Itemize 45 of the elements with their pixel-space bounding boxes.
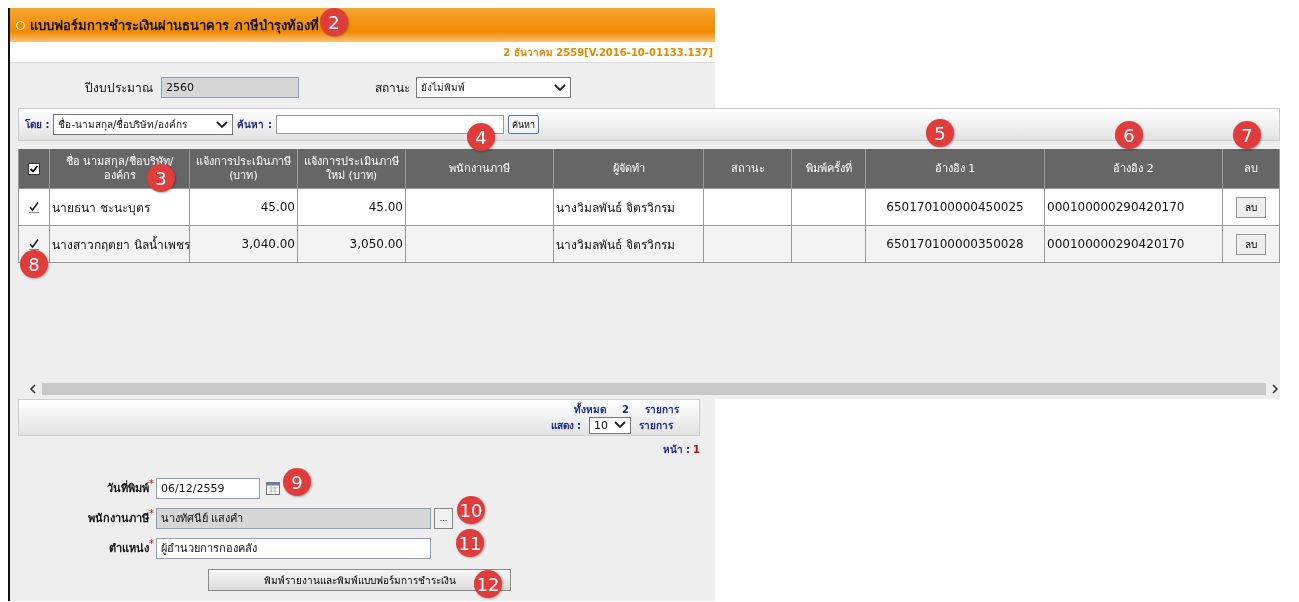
show-label: แสดง : [550, 418, 581, 433]
table-cell: นางวิมลพันธ์ จิตรวิกรม [554, 226, 704, 263]
lookup-button[interactable]: ... [434, 507, 453, 529]
total-label: ทั้งหมด [574, 401, 607, 417]
chevron-icon [554, 83, 566, 92]
field-label: พนักงานภาษี [87, 512, 149, 527]
checkbox[interactable] [28, 162, 40, 175]
calendar-icon[interactable] [266, 481, 280, 495]
page-size-unit: รายการ [639, 418, 673, 433]
status-dropdown[interactable]: ยังไม่พิมพ์ [416, 77, 571, 98]
form-title: แบบฟอร์มการชำระเงินผ่านธนาคาร ภาษีบำรุงท้องที่ [30, 15, 319, 36]
page-number: 1 [693, 444, 700, 455]
table-cell: 3,040.00 [190, 226, 298, 263]
chevron-icon [216, 120, 229, 129]
total-count: 2 [622, 403, 629, 415]
table-cell: 650170100000350028 [866, 226, 1045, 263]
input-field[interactable]: 06/12/2559 [156, 477, 260, 499]
search-by-label: โดย : [25, 118, 50, 132]
search-button[interactable]: ค้นหา [507, 115, 539, 134]
search-label: ค้นหา : [237, 118, 272, 132]
budget-year-label: ปีงบประมาณ [85, 80, 153, 97]
field-label: ตำแหน่ง [108, 542, 149, 557]
checkbox[interactable] [28, 238, 40, 250]
required-mark: * [149, 478, 155, 489]
chevron-icon [614, 421, 626, 429]
page-label: หน้า : [662, 444, 691, 455]
delete-button[interactable]: ลบ [1236, 196, 1266, 218]
scroll-right-icon[interactable] [1270, 384, 1280, 394]
scroll-left-icon[interactable] [28, 384, 38, 394]
budget-year-field[interactable]: 2560 [161, 77, 299, 98]
required-mark: * [149, 538, 155, 549]
delete-button[interactable]: ลบ [1236, 233, 1266, 255]
bullet-icon [16, 20, 25, 30]
table-cell: 000100000290420170 [1045, 226, 1223, 263]
table-cell: นางสาวกฤตยา นิลน้ำเพชร [50, 226, 190, 263]
total-unit: รายการ [645, 402, 679, 417]
status-label: สถานะ [375, 80, 410, 97]
input-field[interactable]: ผู้อำนวยการกองคลัง [156, 537, 431, 559]
table-cell: 3,050.00 [298, 226, 406, 263]
search-by-dropdown[interactable]: ชื่อ-นามสกุล/ชื่อบริษัท/องค์กร [53, 114, 234, 135]
field-label: วันที่พิมพ์ [106, 480, 149, 497]
checkbox[interactable] [28, 201, 40, 213]
page-size-dropdown[interactable]: 10 [589, 416, 631, 434]
input-field[interactable]: นางทัศนีย์ แสงคำ [156, 507, 431, 529]
required-mark: * [149, 508, 155, 519]
